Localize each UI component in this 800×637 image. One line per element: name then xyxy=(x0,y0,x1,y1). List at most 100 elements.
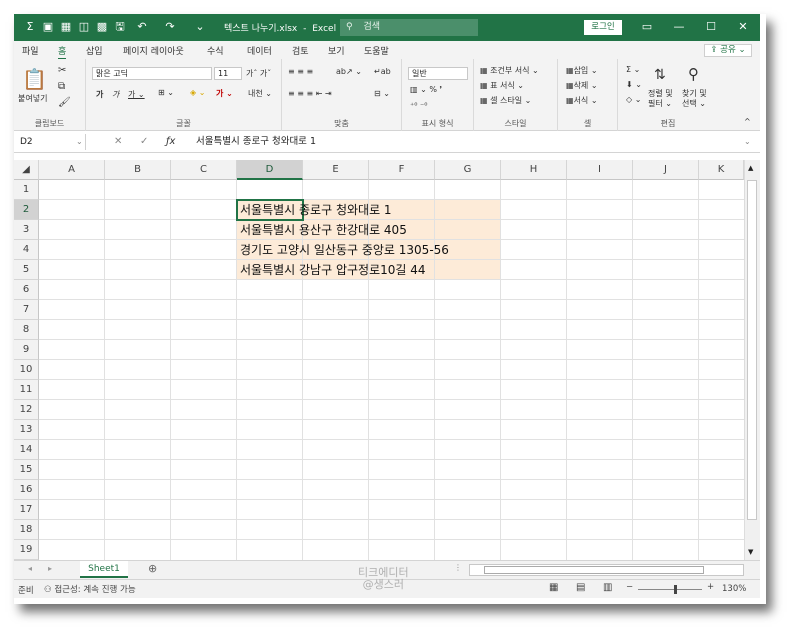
merge-center-icon[interactable]: ⊟ ⌄ xyxy=(374,89,390,98)
row-header-3[interactable]: 3 xyxy=(14,220,39,240)
row-header-12[interactable]: 12 xyxy=(14,400,39,420)
paste-icon[interactable]: 📋 xyxy=(22,67,47,91)
delete-cells-button[interactable]: ▦삭제 ⌄ xyxy=(566,80,598,91)
expand-formula-icon[interactable]: ⌄ xyxy=(744,134,751,150)
prev-sheet-icon[interactable]: ◂ xyxy=(28,564,32,573)
customize-toolbar-icon[interactable]: ⌄ xyxy=(194,20,206,33)
font-name-select[interactable]: 맑은 고딕 xyxy=(92,67,212,80)
format-painter-icon[interactable]: 🖌 xyxy=(58,97,71,108)
zoom-level[interactable]: 130% xyxy=(722,584,746,594)
grid-icon[interactable]: ▦ xyxy=(60,20,72,33)
select-all-corner[interactable]: ◢ xyxy=(14,160,39,180)
row-header-16[interactable]: 16 xyxy=(14,480,39,500)
vertical-scrollbar[interactable]: ▲ ▼ xyxy=(744,160,760,560)
ribbon-display-icon[interactable]: ▭ xyxy=(632,19,662,35)
menu-page-layout[interactable]: 페이지 레이아웃 xyxy=(123,44,184,57)
row-header-9[interactable]: 9 xyxy=(14,340,39,360)
zoom-slider[interactable] xyxy=(638,589,702,590)
row-header-15[interactable]: 15 xyxy=(14,460,39,480)
share-button[interactable]: ⇪ 공유 ⌄ xyxy=(704,44,752,57)
zoom-in-icon[interactable]: + xyxy=(707,582,714,592)
menu-review[interactable]: 검토 xyxy=(292,44,309,57)
cancel-icon[interactable]: ✕ xyxy=(114,134,122,150)
row-header-4[interactable]: 4 xyxy=(14,240,39,260)
row-header-6[interactable]: 6 xyxy=(14,280,39,300)
sort-filter-icon[interactable]: ⇅ xyxy=(654,67,666,83)
scroll-up-icon[interactable]: ▲ xyxy=(748,164,753,172)
clipboard-icon[interactable]: ◫ xyxy=(78,20,90,33)
row-header-11[interactable]: 11 xyxy=(14,380,39,400)
tab-splitter-icon[interactable]: ⋮ xyxy=(454,563,462,572)
undo-icon[interactable]: ↶ xyxy=(136,20,148,33)
sort-filter-button[interactable]: 정렬 및 필터 ⌄ xyxy=(648,89,673,109)
menu-formulas[interactable]: 수식 xyxy=(207,44,224,57)
insert-function-icon[interactable]: ƒx xyxy=(166,134,175,150)
row-header-1[interactable]: 1 xyxy=(14,180,39,200)
scroll-down-icon[interactable]: ▼ xyxy=(748,548,753,556)
page-break-view-icon[interactable]: ▥ xyxy=(603,582,612,593)
cell-d5[interactable]: 서울특별시 강남구 압구정로10길 44 xyxy=(240,260,426,280)
column-header-h[interactable]: H xyxy=(501,160,567,180)
column-header-g[interactable]: G xyxy=(435,160,501,180)
redo-icon[interactable]: ↷ xyxy=(164,20,176,33)
menu-insert[interactable]: 삽입 xyxy=(86,44,103,57)
find-select-button[interactable]: 찾기 및 선택 ⌄ xyxy=(682,89,707,109)
close-icon[interactable]: ✕ xyxy=(728,19,758,35)
decimal-icon[interactable]: ⁺⁰ ⁻⁰ xyxy=(410,101,427,110)
horizontal-scrollbar-thumb[interactable] xyxy=(484,566,704,574)
fill-color-icon[interactable]: ◈ ⌄ xyxy=(190,88,205,97)
search-box[interactable]: ⚲ 검색 xyxy=(340,19,478,36)
insert-cells-button[interactable]: ▦삽입 ⌄ xyxy=(566,65,598,76)
login-button[interactable]: 로그인 xyxy=(584,20,622,35)
align-left-icon[interactable]: ≡ ≡ ≡ ⇤ ⇥ xyxy=(288,89,332,98)
formula-input[interactable]: 서울특별시 종로구 청와대로 1 xyxy=(196,134,316,150)
row-header-14[interactable]: 14 xyxy=(14,440,39,460)
format-cells-button[interactable]: ▦서식 ⌄ xyxy=(566,95,598,106)
row-header-2[interactable]: 2 xyxy=(14,200,39,220)
cell-d4[interactable]: 경기도 고양시 일산동구 중앙로 1305-56 xyxy=(240,240,449,260)
horizontal-scrollbar[interactable] xyxy=(469,564,744,576)
cut-icon[interactable]: ✂ xyxy=(58,65,66,76)
normal-view-icon[interactable]: ▦ xyxy=(549,582,558,593)
worksheet-grid[interactable]: ◢ A B C D E F G H I J K 1 2 3 4 5 6 7 8 … xyxy=(14,160,744,560)
grow-font-icon[interactable]: 가ˆ 가ˇ xyxy=(246,68,271,79)
accounting-format-icon[interactable]: ▥ ⌄ % ❜ xyxy=(410,85,442,94)
row-header-19[interactable]: 19 xyxy=(14,540,39,560)
cell-d2[interactable]: 서울특별시 종로구 청와대로 1 xyxy=(240,200,392,220)
row-header-10[interactable]: 10 xyxy=(14,360,39,380)
find-select-icon[interactable]: ⚲ xyxy=(688,65,699,83)
row-header-5[interactable]: 5 xyxy=(14,260,39,280)
top-align-icon[interactable]: ≡ ≡ ≡ xyxy=(288,67,313,76)
autosum-icon[interactable]: Σ ⌄ xyxy=(626,65,640,74)
minimize-icon[interactable]: — xyxy=(664,19,694,35)
cell-d3[interactable]: 서울특별시 용산구 한강대로 405 xyxy=(240,220,407,240)
disk-icon[interactable]: 🖫 xyxy=(114,20,126,33)
clear-icon[interactable]: ◇ ⌄ xyxy=(626,95,641,104)
underline-icon[interactable]: 가 ⌄ xyxy=(128,89,145,100)
accessibility-status[interactable]: ⚇ 접근성: 계속 진행 가능 xyxy=(44,583,136,595)
wrap-text-icon[interactable]: ↵ab xyxy=(374,67,391,76)
maximize-icon[interactable]: ☐ xyxy=(696,19,726,35)
phonetic-icon[interactable]: 내천 ⌄ xyxy=(248,88,272,99)
column-header-c[interactable]: C xyxy=(171,160,237,180)
menu-file[interactable]: 파일 xyxy=(22,44,39,57)
enter-icon[interactable]: ✓ xyxy=(140,134,148,150)
zoom-slider-thumb[interactable] xyxy=(674,585,677,594)
collapse-ribbon-icon[interactable]: ^ xyxy=(744,117,751,126)
zoom-out-icon[interactable]: − xyxy=(626,582,633,592)
menu-data[interactable]: 데이터 xyxy=(247,44,272,57)
font-color-icon[interactable]: 가 ⌄ xyxy=(216,88,233,99)
fill-icon[interactable]: ⬇ ⌄ xyxy=(626,80,642,89)
bold-icon[interactable]: 가 xyxy=(96,89,103,100)
namebox-dropdown-icon[interactable]: ⌄ xyxy=(76,134,83,150)
border-icon[interactable]: ⊞ ⌄ xyxy=(158,88,174,97)
row-header-17[interactable]: 17 xyxy=(14,500,39,520)
menu-view[interactable]: 보기 xyxy=(328,44,345,57)
column-header-d[interactable]: D xyxy=(237,160,303,180)
row-header-13[interactable]: 13 xyxy=(14,420,39,440)
font-size-select[interactable]: 11 xyxy=(214,67,242,80)
column-header-j[interactable]: J xyxy=(633,160,699,180)
next-sheet-icon[interactable]: ▸ xyxy=(48,564,52,573)
menu-home[interactable]: 홈 xyxy=(58,44,67,60)
italic-icon[interactable]: 가 xyxy=(112,89,119,100)
